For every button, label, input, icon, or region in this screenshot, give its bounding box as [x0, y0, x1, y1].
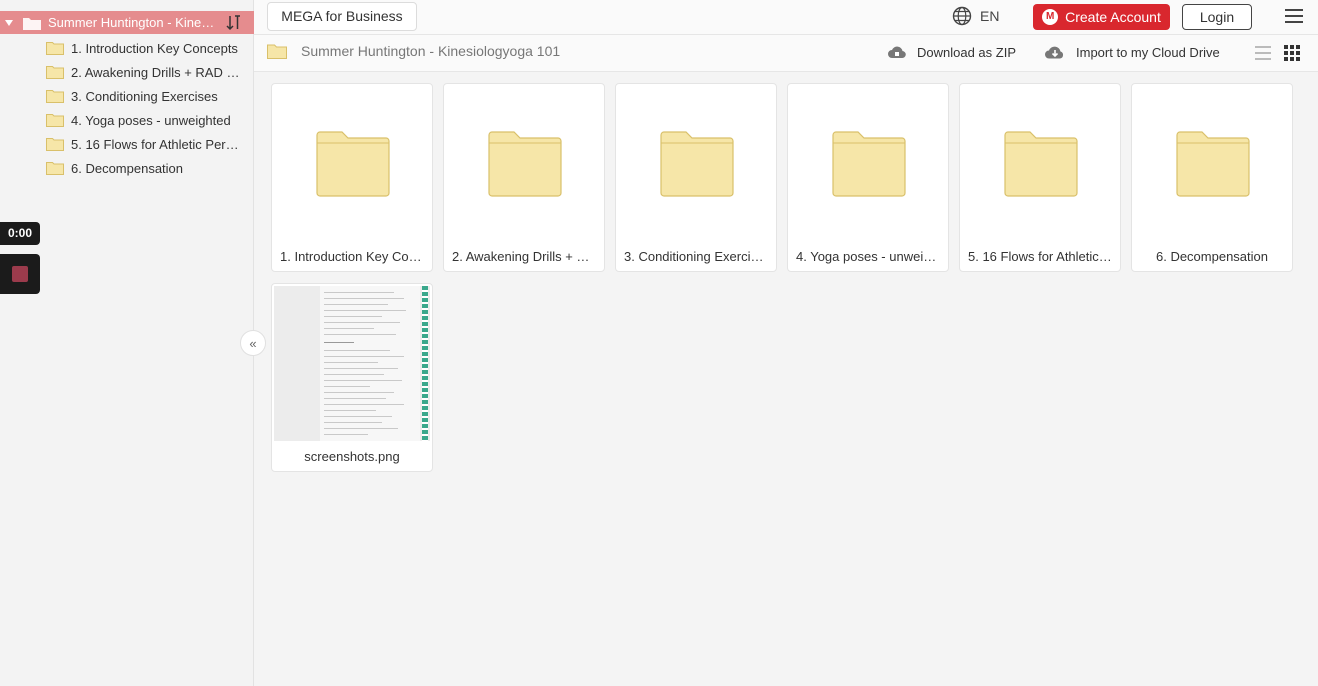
mega-for-business-button[interactable]: MEGA for Business	[267, 2, 417, 31]
folder-icon	[832, 131, 906, 197]
folder-card[interactable]: 1. Introduction Key Concepts	[271, 83, 433, 272]
cloud-lock-icon	[888, 46, 906, 59]
file-name: 2. Awakening Drills + RAD Release	[452, 249, 596, 264]
sidebar: Summer Huntington - Kinesiologyoga 101 1…	[0, 0, 254, 686]
tree-item-label: 2. Awakening Drills + RAD Release	[71, 64, 241, 80]
folder-icon	[46, 42, 64, 55]
folder-icon	[46, 90, 64, 103]
grid-view-icon[interactable]	[1284, 45, 1300, 61]
language-label: EN	[980, 8, 1000, 24]
tree-item[interactable]: 4. Yoga poses - unweighted	[46, 108, 246, 132]
folder-icon	[1004, 131, 1078, 197]
breadcrumb-toolbar: Summer Huntington - Kinesiologyoga 101 D…	[254, 35, 1318, 72]
double-chevron-left-icon: «	[249, 335, 257, 351]
image-card[interactable]: screenshots.png	[271, 283, 433, 472]
tree-item-label: 6. Decompensation	[71, 160, 184, 176]
top-bar: MEGA for Business EN M Create Account Lo…	[254, 0, 1318, 35]
folder-icon	[46, 114, 64, 127]
stop-recording-button[interactable]	[0, 254, 40, 294]
stop-icon	[12, 266, 28, 282]
file-name: 4. Yoga poses - unweighted	[796, 249, 940, 264]
import-cloud-drive-button[interactable]: Import to my Cloud Drive	[1044, 44, 1220, 60]
tree-root-label: Summer Huntington - Kinesiologyoga 101	[48, 15, 220, 30]
folder-icon	[46, 162, 64, 175]
file-name: 5. 16 Flows for Athletic Performance	[968, 249, 1112, 264]
create-account-button[interactable]: M Create Account	[1033, 4, 1170, 30]
expand-arrow-icon[interactable]	[5, 19, 13, 26]
sort-icon[interactable]	[226, 14, 242, 32]
tree-item[interactable]: 6. Decompensation	[46, 156, 246, 180]
folder-tree: 1. Introduction Key Concepts 2. Awakenin…	[46, 36, 246, 180]
download-zip-label: Download as ZIP	[917, 44, 1016, 60]
create-account-label: Create Account	[1065, 9, 1161, 25]
file-name: 6. Decompensation	[1155, 249, 1268, 264]
folder-icon	[316, 131, 390, 197]
login-button[interactable]: Login	[1182, 4, 1252, 30]
tree-item[interactable]: 3. Conditioning Exercises	[46, 84, 246, 108]
folder-icon	[1176, 131, 1250, 197]
file-name: 1. Introduction Key Concepts	[280, 249, 424, 264]
folder-icon	[46, 66, 64, 79]
breadcrumb[interactable]: Summer Huntington - Kinesiologyoga 101	[267, 43, 560, 59]
tree-root-folder[interactable]: Summer Huntington - Kinesiologyoga 101	[0, 11, 254, 34]
download-zip-button[interactable]: Download as ZIP	[887, 44, 1016, 60]
mega-logo-icon: M	[1042, 9, 1059, 25]
file-name: screenshots.png	[304, 449, 400, 464]
folder-card[interactable]: 3. Conditioning Exercises	[615, 83, 777, 272]
folder-icon	[488, 131, 562, 197]
folder-icon	[267, 44, 287, 59]
collapse-sidebar-button[interactable]: «	[240, 330, 266, 356]
folder-icon	[660, 131, 734, 197]
globe-icon	[952, 6, 972, 26]
folder-card[interactable]: 2. Awakening Drills + RAD Release	[443, 83, 605, 272]
folder-icon	[23, 17, 41, 30]
folder-icon	[46, 138, 64, 151]
tree-item-label: 4. Yoga poses - unweighted	[71, 112, 231, 128]
folder-card[interactable]: 6. Decompensation	[1131, 83, 1293, 272]
tree-item[interactable]: 1. Introduction Key Concepts	[46, 36, 246, 60]
breadcrumb-label: Summer Huntington - Kinesiologyoga 101	[301, 43, 561, 59]
folder-card[interactable]: 5. 16 Flows for Athletic Performance	[959, 83, 1121, 272]
hamburger-menu-icon[interactable]	[1285, 9, 1303, 23]
list-view-icon[interactable]	[1255, 46, 1271, 60]
tree-item[interactable]: 2. Awakening Drills + RAD Release	[46, 60, 246, 84]
import-cloud-drive-label: Import to my Cloud Drive	[1076, 44, 1220, 60]
image-thumbnail	[274, 286, 430, 441]
tree-item-label: 1. Introduction Key Concepts	[71, 40, 238, 56]
tree-item-label: 3. Conditioning Exercises	[71, 88, 218, 104]
recording-timer: 0:00	[0, 222, 40, 245]
folder-card[interactable]: 4. Yoga poses - unweighted	[787, 83, 949, 272]
tree-item[interactable]: 5. 16 Flows for Athletic Performance	[46, 132, 246, 156]
tree-item-label: 5. 16 Flows for Athletic Performance	[71, 136, 241, 152]
language-selector[interactable]: EN	[952, 6, 999, 26]
file-name: 3. Conditioning Exercises	[624, 249, 768, 264]
cloud-download-icon	[1045, 46, 1064, 59]
